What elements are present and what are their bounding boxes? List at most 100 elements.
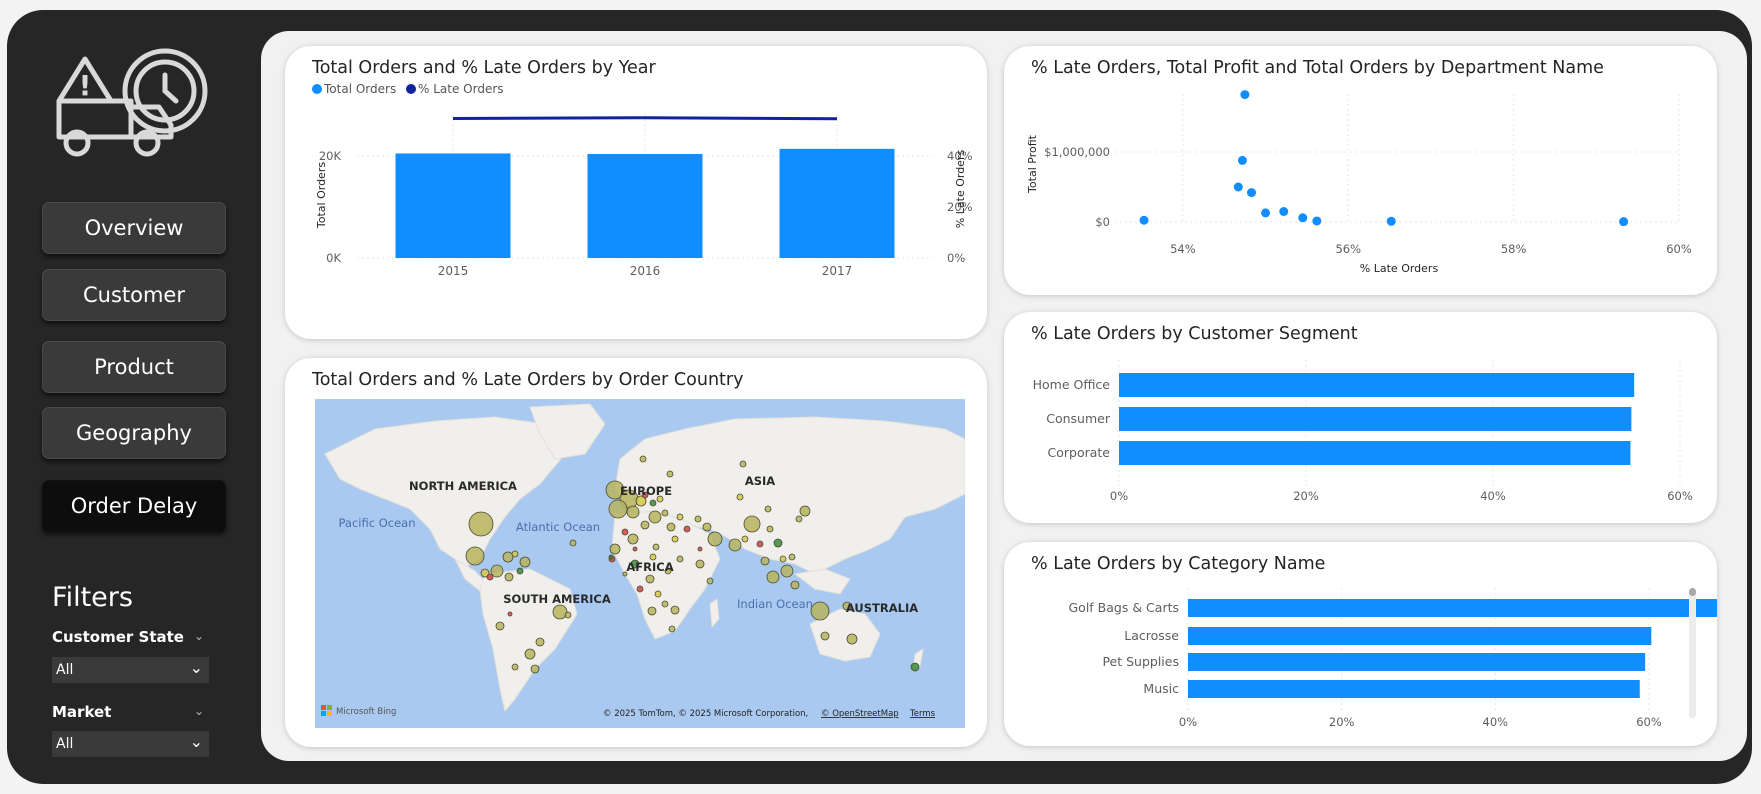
country-bubble	[766, 525, 774, 533]
country-bubble	[666, 522, 676, 532]
y2-tick-label: 0%	[947, 251, 965, 265]
country-bubble	[764, 505, 772, 513]
country-bubble	[608, 554, 614, 560]
bar	[1188, 599, 1717, 617]
country-bubble	[666, 470, 674, 478]
x-tick-label: 0%	[1110, 489, 1128, 503]
country-bubble	[743, 515, 761, 533]
openstreetmap-link[interactable]: © OpenStreetMap	[821, 709, 899, 719]
nav-button-overview[interactable]: Overview	[42, 202, 226, 254]
scatter-point	[1386, 216, 1396, 226]
country-bubble	[645, 574, 655, 584]
chart-card-customer-segment: % Late Orders by Customer Segment 0% 20% 4…	[1004, 312, 1717, 523]
bing-brand: Microsoft Bing	[336, 707, 396, 717]
y2-axis-label: % Late Orders	[954, 150, 967, 229]
country-bubble	[668, 625, 676, 633]
y-tick-label: $1,000,000	[1044, 145, 1110, 159]
scatter-point	[1237, 155, 1247, 165]
country-bubble	[652, 543, 660, 551]
chevron-down-icon[interactable]: ⌄	[194, 704, 204, 718]
chevron-down-icon[interactable]: ⌄	[194, 629, 204, 643]
label-asia: ASIA	[745, 474, 775, 488]
country-bubble	[695, 559, 705, 569]
x-tick-label: 56%	[1335, 242, 1361, 256]
country-bubble	[564, 611, 572, 619]
category-label: Music	[1143, 681, 1179, 696]
bar-total-orders	[587, 153, 703, 258]
scrollbar-thumb[interactable]	[1689, 588, 1696, 596]
country-bubble	[736, 493, 744, 501]
country-bubble	[790, 580, 800, 590]
scrollbar-track[interactable]	[1689, 588, 1696, 718]
bar	[1188, 653, 1646, 671]
nav-button-product[interactable]: Product	[42, 341, 226, 393]
country-bubble	[846, 633, 858, 645]
country-bubble	[661, 600, 669, 608]
svg-text:!: !	[79, 69, 92, 102]
customer-state-select[interactable]: All ⌄	[52, 657, 209, 683]
country-bubble	[627, 533, 639, 545]
chart-card-country-map: Total Orders and % Late Orders by Order …	[285, 358, 987, 747]
country-bubble	[795, 515, 803, 523]
country-bubble	[609, 543, 621, 555]
department-scatter-chart[interactable]: 54% 56% 58% 60% $0 $1,000,000 % Late Orders Tot…	[1004, 46, 1717, 295]
market-select[interactable]: All ⌄	[52, 731, 209, 757]
x-tick-label: 60%	[1667, 489, 1693, 503]
nav-button-customer[interactable]: Customer	[42, 269, 226, 321]
map-copyright: © 2025 TomTom, © 2025 Microsoft Corporat…	[603, 709, 808, 719]
chart-title: Total Orders and % Late Orders by Order …	[312, 370, 744, 390]
country-bubble	[661, 509, 669, 517]
country-bubble	[502, 551, 514, 563]
x-tick-label: 60%	[1636, 715, 1662, 729]
x-tick-label: 2016	[630, 264, 661, 278]
country-bubble	[569, 539, 577, 547]
nav-button-geography[interactable]: Geography	[42, 407, 226, 459]
country-bubble	[608, 499, 628, 519]
x-tick-label: 58%	[1501, 242, 1527, 256]
label-europe: EUROPE	[620, 484, 672, 498]
country-bubble	[640, 520, 650, 530]
chart-card-category: % Late Orders by Category Name 0% 20% 40% 6…	[1004, 542, 1717, 746]
country-bubble	[649, 499, 657, 507]
filter-label-market: Market	[52, 703, 112, 721]
country-bubble	[766, 570, 780, 584]
terms-link[interactable]: Terms	[909, 709, 936, 719]
customer-segment-bar-chart[interactable]: 0% 20% 40% 60% Home Office Consumer Corporate	[1004, 312, 1717, 523]
scatter-point	[1298, 213, 1308, 223]
country-bubble	[519, 556, 531, 568]
country-bubble	[671, 535, 679, 543]
country-bubble	[511, 663, 519, 671]
country-bubble	[910, 662, 920, 672]
scatter-point	[1240, 90, 1250, 100]
bar	[1119, 373, 1635, 397]
country-bubble	[780, 564, 794, 578]
country-bubble	[676, 555, 684, 563]
scatter-point	[1247, 188, 1257, 198]
country-bubble	[707, 531, 723, 547]
chart-card-department-scatter: % Late Orders, Total Profit and Total Or…	[1004, 46, 1717, 295]
country-bubble	[706, 577, 714, 585]
country-bubble	[760, 556, 770, 566]
category-label: Pet Supplies	[1102, 654, 1179, 669]
country-bubble	[810, 601, 830, 621]
country-bubble	[728, 538, 742, 552]
country-bubble	[524, 648, 536, 660]
filter-label-customer-state: Customer State	[52, 628, 184, 646]
country-bubble	[504, 572, 514, 582]
category-label: Corporate	[1048, 445, 1111, 460]
label-africa: AFRICA	[626, 560, 673, 574]
country-bubble	[773, 538, 783, 548]
category-label: Golf Bags & Carts	[1069, 600, 1180, 615]
category-bar-chart[interactable]: 0% 20% 40% 60% Golf Bags & Carts Lacrosse Pet …	[1004, 542, 1717, 746]
country-bubble	[779, 555, 787, 563]
bar-total-orders	[395, 153, 511, 258]
country-map[interactable]: NORTH AMERICA SOUTH AMERICA EUROPE AFRIC…	[315, 399, 965, 728]
nav-button-order-delay[interactable]: Order Delay	[42, 480, 226, 532]
year-combo-chart[interactable]: Total Orders% Late Orders0K20K0%20%40%20…	[285, 46, 987, 339]
category-label: Lacrosse	[1124, 628, 1179, 643]
x-axis-label: % Late Orders	[1360, 262, 1439, 275]
country-bubble	[788, 553, 796, 561]
x-tick-label: 40%	[1480, 489, 1506, 503]
country-bubble	[511, 550, 519, 558]
legend-label: % Late Orders	[418, 82, 504, 96]
